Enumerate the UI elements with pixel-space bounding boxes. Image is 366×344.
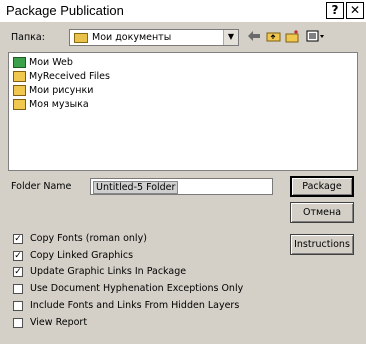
hyphenation-exceptions-checkbox[interactable]	[13, 284, 23, 294]
list-item[interactable]: Мои Web	[13, 57, 73, 71]
hyphenation-exceptions-label: Use Document Hyphenation Exceptions Only	[30, 283, 244, 294]
folder-icon	[13, 99, 26, 110]
folder-icon	[13, 85, 26, 96]
web-folder-icon	[13, 57, 26, 68]
chevron-down-icon[interactable]: ▼	[223, 30, 238, 45]
list-item[interactable]: Мои рисунки	[13, 85, 93, 99]
up-folder-icon[interactable]	[265, 30, 281, 46]
copy-linked-graphics-checkbox[interactable]: ✓	[13, 251, 23, 261]
back-icon[interactable]	[246, 30, 262, 46]
view-report-label: View Report	[30, 317, 88, 328]
view-menu-icon[interactable]	[305, 30, 327, 46]
title-bar[interactable]: Package Publication ? ✕	[0, 0, 366, 22]
location-dropdown[interactable]: Мои документы ▼	[69, 29, 239, 46]
copy-linked-graphics-label: Copy Linked Graphics	[30, 250, 134, 261]
cancel-button[interactable]: Отмена	[290, 202, 354, 223]
update-graphic-links-label: Update Graphic Links In Package	[30, 266, 187, 277]
update-graphic-links-checkbox[interactable]: ✓	[13, 267, 23, 277]
folder-name-value: Untitled-5 Folder	[93, 181, 179, 194]
folder-icon	[74, 33, 88, 43]
location-value: Мои документы	[92, 32, 172, 43]
close-button[interactable]: ✕	[346, 2, 364, 19]
view-report-checkbox[interactable]	[13, 318, 23, 328]
package-button[interactable]: Package	[290, 176, 354, 197]
list-item[interactable]: Моя музыка	[13, 99, 89, 113]
folder-name-field[interactable]: Untitled-5 Folder	[90, 178, 273, 195]
new-folder-icon[interactable]	[284, 30, 300, 46]
hidden-layers-checkbox[interactable]	[13, 301, 23, 311]
folder-name-label: Folder Name	[11, 181, 72, 192]
copy-fonts-checkbox[interactable]: ✓	[13, 234, 23, 244]
hidden-layers-label: Include Fonts and Links From Hidden Laye…	[30, 300, 240, 311]
list-item[interactable]: MyReceived Files	[13, 71, 110, 85]
help-button[interactable]: ?	[326, 2, 344, 19]
file-list[interactable]: Мои Web MyReceived Files Мои рисунки Моя…	[8, 52, 358, 171]
folder-icon	[13, 71, 26, 82]
dialog-title: Package Publication	[6, 3, 124, 18]
package-publication-dialog: Package Publication ? ✕ Папка: Мои докум…	[0, 0, 366, 344]
instructions-button[interactable]: Instructions	[290, 234, 354, 255]
copy-fonts-label: Copy Fonts (roman only)	[30, 233, 147, 244]
location-label: Папка:	[11, 32, 45, 43]
